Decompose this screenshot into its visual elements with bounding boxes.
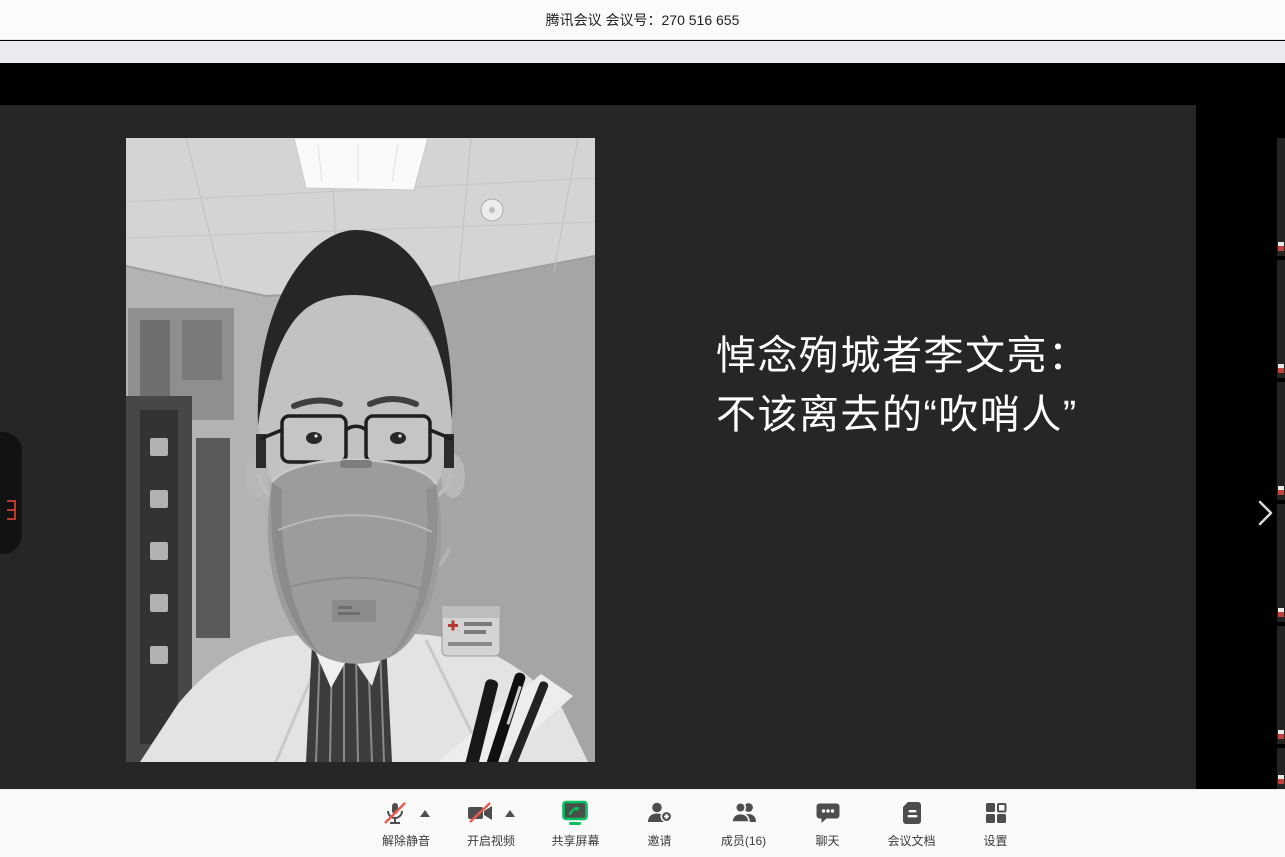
slide-title-line1: 悼念殉城者李文亮： (716, 327, 1090, 386)
mic-muted-indicator-icon (1278, 730, 1284, 739)
toolbar-button-label: 开启视频 (467, 832, 515, 849)
camera-off-icon (466, 799, 494, 827)
red-indicator-icon (7, 500, 16, 520)
meeting-id-title: 腾讯会议 会议号：270 516 655 (546, 10, 740, 30)
toolbar-button-invite[interactable]: 邀请 (636, 797, 684, 849)
toolbar-button-chat[interactable]: 聊天 (804, 797, 852, 849)
settings-grid-icon (982, 799, 1010, 827)
meeting-toolbar: 解除静音 开启视频 (0, 789, 1285, 857)
video-thumbnail-sliver[interactable] (1277, 748, 1285, 789)
toolbar-button-label: 设置 (984, 832, 1008, 849)
toolbar-button-meeting-docs[interactable]: 会议文档 (888, 797, 936, 849)
toolbar-button-label: 成员(16) (721, 832, 766, 849)
video-thumbnail-sliver[interactable] (1277, 504, 1285, 622)
toolbar-button-label: 聊天 (815, 832, 839, 849)
toolbar-button-label: 会议文档 (888, 832, 936, 849)
toolbar-button-label: 解除静音 (382, 832, 430, 849)
invite-person-icon (646, 799, 674, 827)
chevron-right-icon[interactable] (1252, 497, 1278, 529)
secondary-strip (0, 41, 1285, 63)
chat-bubble-icon (814, 799, 842, 827)
toolbar-button-unmute[interactable]: 解除静音 (381, 797, 430, 849)
toolbar-button-label: 共享屏幕 (551, 832, 599, 849)
mic-muted-indicator-icon (1278, 364, 1284, 373)
shared-screen-content: 悼念殉城者李文亮： 不该离去的“吹哨人” (0, 105, 1196, 789)
badge (442, 606, 500, 656)
toolbar-button-start-video[interactable]: 开启视频 (466, 797, 515, 849)
members-icon (730, 799, 758, 827)
tencent-meeting-window: 腾讯会议 会议号：270 516 655 (0, 0, 1285, 857)
window-titlebar: 腾讯会议 会议号：270 516 655 (0, 0, 1285, 40)
mic-muted-indicator-icon (1278, 608, 1284, 617)
toolbar-button-members[interactable]: 成员(16) (720, 797, 768, 849)
shared-screen-stage: 悼念殉城者李文亮： 不该离去的“吹哨人” (0, 63, 1285, 789)
toolbar-button-settings[interactable]: 设置 (972, 797, 1020, 849)
video-thumbnail-sliver[interactable] (1277, 138, 1285, 256)
video-thumbnail-sliver[interactable] (1277, 626, 1285, 744)
toolbar-button-share-screen[interactable]: 共享屏幕 (551, 797, 599, 849)
mic-muted-indicator-icon (1278, 486, 1284, 495)
video-thumbnail-sliver[interactable] (1277, 382, 1285, 500)
caret-up-icon[interactable] (420, 810, 430, 817)
left-edge-panel-handle[interactable] (0, 432, 22, 554)
share-screen-icon (561, 799, 589, 827)
portrait-photo (126, 138, 595, 762)
video-thumbnail-sliver[interactable] (1277, 260, 1285, 378)
mic-muted-indicator-icon (1278, 775, 1284, 784)
slide-title-line2: 不该离去的“吹哨人” (716, 386, 1090, 445)
slide-title: 悼念殉城者李文亮： 不该离去的“吹哨人” (716, 327, 1090, 445)
caret-up-icon[interactable] (505, 810, 515, 817)
microphone-muted-icon (381, 799, 409, 827)
mic-muted-indicator-icon (1278, 242, 1284, 251)
toolbar-button-label: 邀请 (647, 832, 671, 849)
document-icon (898, 799, 926, 827)
